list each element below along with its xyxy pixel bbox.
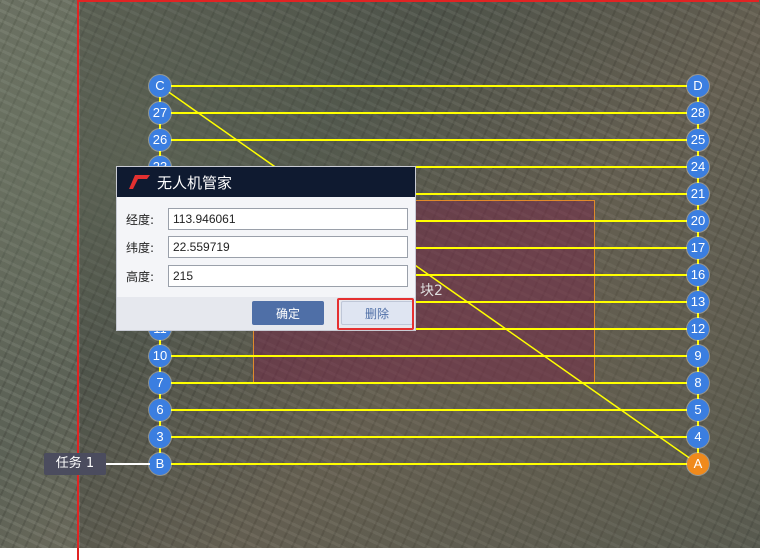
longitude-label: 经度: [126,213,155,227]
waypoint-marker[interactable]: 7 [149,372,171,394]
dialog-title: 无人机管家 [157,173,233,192]
altitude-label: 高度: [126,270,155,284]
longitude-input[interactable] [168,208,408,230]
waypoint-marker[interactable]: B [149,453,171,475]
waypoint-marker[interactable]: 20 [687,210,709,232]
waypoint-marker[interactable]: 17 [687,237,709,259]
dialog-header: 无人机管家 [117,167,415,197]
waypoint-marker[interactable]: 12 [687,318,709,340]
waypoint-marker[interactable]: 9 [687,345,709,367]
waypoint-start[interactable]: A [687,453,709,475]
waypoint-marker[interactable]: 3 [149,426,171,448]
waypoint-marker[interactable]: 8 [687,372,709,394]
altitude-row: 高度: [117,265,417,287]
longitude-row: 经度: [117,208,417,230]
drone-logo-icon [129,175,150,189]
waypoint-marker[interactable]: 16 [687,264,709,286]
latitude-input[interactable] [168,236,408,258]
waypoint-marker[interactable]: C [149,75,171,97]
latitude-label: 纬度: [126,241,155,255]
waypoint-marker[interactable]: 28 [687,102,709,124]
altitude-input[interactable] [168,265,408,287]
waypoint-marker[interactable]: 27 [149,102,171,124]
waypoint-marker[interactable]: 24 [687,156,709,178]
waypoint-marker[interactable]: 4 [687,426,709,448]
confirm-button[interactable]: 确定 [252,301,324,325]
waypoint-marker[interactable]: 26 [149,129,171,151]
waypoint-marker[interactable]: D [687,75,709,97]
delete-button-highlight [337,298,414,330]
waypoint-marker[interactable]: 5 [687,399,709,421]
waypoint-marker[interactable]: 25 [687,129,709,151]
waypoint-marker[interactable]: 13 [687,291,709,313]
waypoint-marker[interactable]: 6 [149,399,171,421]
latitude-row: 纬度: [117,236,417,258]
task-connector [106,463,150,465]
waypoint-marker[interactable]: 21 [687,183,709,205]
waypoint-marker[interactable]: 10 [149,345,171,367]
task-tag[interactable]: 任务 1 [44,453,106,475]
